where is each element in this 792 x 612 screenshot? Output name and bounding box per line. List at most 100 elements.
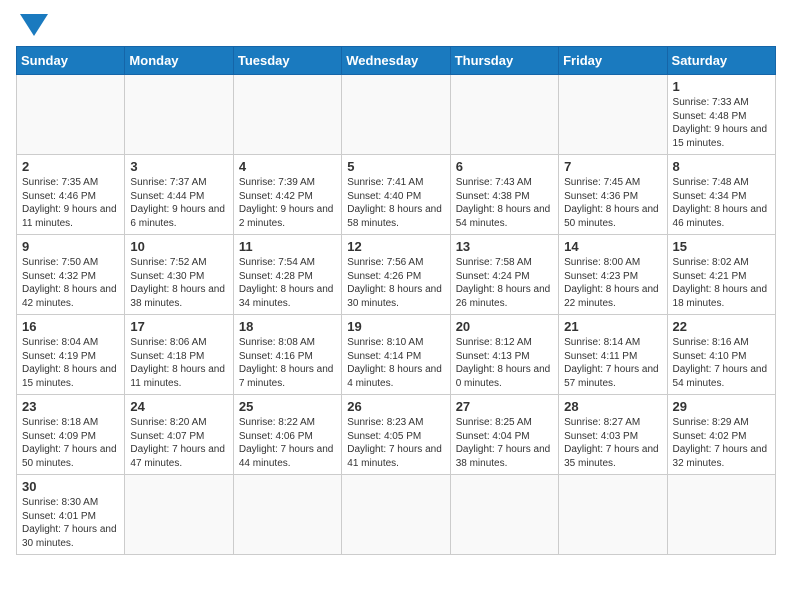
calendar-cell [450, 75, 558, 155]
day-number: 18 [239, 319, 336, 334]
day-info: Sunrise: 8:02 AM Sunset: 4:21 PM Dayligh… [673, 256, 770, 310]
day-info: Sunrise: 8:12 AM Sunset: 4:13 PM Dayligh… [456, 336, 553, 390]
weekday-header-row: SundayMondayTuesdayWednesdayThursdayFrid… [17, 47, 776, 75]
day-info: Sunrise: 7:33 AM Sunset: 4:48 PM Dayligh… [673, 96, 770, 150]
day-number: 5 [347, 159, 444, 174]
week-row-4: 16Sunrise: 8:04 AM Sunset: 4:19 PM Dayli… [17, 315, 776, 395]
day-info: Sunrise: 8:08 AM Sunset: 4:16 PM Dayligh… [239, 336, 336, 390]
calendar-cell [233, 475, 341, 555]
day-number: 14 [564, 239, 661, 254]
calendar-cell: 19 Sunrise: 8:10 AM Sunset: 4:14 PM Dayli… [342, 315, 450, 395]
day-number: 1 [673, 79, 770, 94]
day-info: Sunrise: 8:22 AM Sunset: 4:06 PM Dayligh… [239, 416, 336, 470]
day-info: Sunrise: 8:25 AM Sunset: 4:04 PM Dayligh… [456, 416, 553, 470]
calendar-cell: 25Sunrise: 8:22 AM Sunset: 4:06 PM Dayli… [233, 395, 341, 475]
calendar-cell: 29Sunrise: 8:29 AM Sunset: 4:02 PM Dayli… [667, 395, 775, 475]
day-number: 13 [456, 239, 553, 254]
day-info: Sunrise: 8:10 AM Sunset: 4:14 PM Dayligh… [347, 336, 444, 390]
day-info: Sunrise: 8:20 AM Sunset: 4:07 PM Dayligh… [130, 416, 227, 470]
weekday-header-friday: Friday [559, 47, 667, 75]
day-number: 7 [564, 159, 661, 174]
day-number: 20 [456, 319, 553, 334]
calendar-cell: 10 Sunrise: 7:52 AM Sunset: 4:30 PM Dayli… [125, 235, 233, 315]
day-number: 23 [22, 399, 119, 414]
calendar-cell [450, 475, 558, 555]
weekday-header-thursday: Thursday [450, 47, 558, 75]
day-number: 26 [347, 399, 444, 414]
calendar-cell: 14 Sunrise: 8:00 AM Sunset: 4:23 PM Dayli… [559, 235, 667, 315]
calendar-cell: 22Sunrise: 8:16 AM Sunset: 4:10 PM Dayli… [667, 315, 775, 395]
calendar-cell: 17Sunrise: 8:06 AM Sunset: 4:18 PM Dayli… [125, 315, 233, 395]
day-info: Sunrise: 8:30 AM Sunset: 4:01 PM Dayligh… [22, 496, 119, 550]
day-number: 12 [347, 239, 444, 254]
day-info: Sunrise: 8:23 AM Sunset: 4:05 PM Dayligh… [347, 416, 444, 470]
day-info: Sunrise: 8:00 AM Sunset: 4:23 PM Dayligh… [564, 256, 661, 310]
calendar-cell [233, 75, 341, 155]
day-number: 19 [347, 319, 444, 334]
calendar-cell: 8Sunrise: 7:48 AM Sunset: 4:34 PM Daylig… [667, 155, 775, 235]
day-number: 16 [22, 319, 119, 334]
weekday-header-wednesday: Wednesday [342, 47, 450, 75]
day-info: Sunrise: 7:39 AM Sunset: 4:42 PM Dayligh… [239, 176, 336, 230]
calendar-cell [559, 75, 667, 155]
day-number: 21 [564, 319, 661, 334]
day-number: 3 [130, 159, 227, 174]
day-number: 4 [239, 159, 336, 174]
calendar-cell: 18 Sunrise: 8:08 AM Sunset: 4:16 PM Dayli… [233, 315, 341, 395]
day-info: Sunrise: 8:06 AM Sunset: 4:18 PM Dayligh… [130, 336, 227, 390]
week-row-2: 2Sunrise: 7:35 AM Sunset: 4:46 PM Daylig… [17, 155, 776, 235]
day-info: Sunrise: 8:14 AM Sunset: 4:11 PM Dayligh… [564, 336, 661, 390]
calendar-cell: 23 Sunrise: 8:18 AM Sunset: 4:09 PM Dayli… [17, 395, 125, 475]
calendar-table: SundayMondayTuesdayWednesdayThursdayFrid… [16, 46, 776, 555]
week-row-5: 23 Sunrise: 8:18 AM Sunset: 4:09 PM Dayli… [17, 395, 776, 475]
calendar-cell [17, 75, 125, 155]
calendar-cell: 2Sunrise: 7:35 AM Sunset: 4:46 PM Daylig… [17, 155, 125, 235]
calendar-cell: 24Sunrise: 8:20 AM Sunset: 4:07 PM Dayli… [125, 395, 233, 475]
weekday-header-saturday: Saturday [667, 47, 775, 75]
calendar-cell [342, 75, 450, 155]
calendar-cell: 26 Sunrise: 8:23 AM Sunset: 4:05 PM Dayli… [342, 395, 450, 475]
calendar-cell: 12 Sunrise: 7:56 AM Sunset: 4:26 PM Dayli… [342, 235, 450, 315]
calendar-cell: 3Sunrise: 7:37 AM Sunset: 4:44 PM Daylig… [125, 155, 233, 235]
calendar-cell: 4 Sunrise: 7:39 AM Sunset: 4:42 PM Daylig… [233, 155, 341, 235]
calendar-cell: 28 Sunrise: 8:27 AM Sunset: 4:03 PM Dayli… [559, 395, 667, 475]
day-info: Sunrise: 8:29 AM Sunset: 4:02 PM Dayligh… [673, 416, 770, 470]
day-info: Sunrise: 7:50 AM Sunset: 4:32 PM Dayligh… [22, 256, 119, 310]
day-info: Sunrise: 8:27 AM Sunset: 4:03 PM Dayligh… [564, 416, 661, 470]
calendar-cell [125, 475, 233, 555]
day-info: Sunrise: 8:16 AM Sunset: 4:10 PM Dayligh… [673, 336, 770, 390]
day-info: Sunrise: 7:56 AM Sunset: 4:26 PM Dayligh… [347, 256, 444, 310]
weekday-header-monday: Monday [125, 47, 233, 75]
week-row-1: 1 Sunrise: 7:33 AM Sunset: 4:48 PM Daylig… [17, 75, 776, 155]
calendar-cell: 11 Sunrise: 7:54 AM Sunset: 4:28 PM Dayli… [233, 235, 341, 315]
calendar-cell [667, 475, 775, 555]
calendar-cell: 16Sunrise: 8:04 AM Sunset: 4:19 PM Dayli… [17, 315, 125, 395]
calendar-cell: 15 Sunrise: 8:02 AM Sunset: 4:21 PM Dayli… [667, 235, 775, 315]
day-info: Sunrise: 7:43 AM Sunset: 4:38 PM Dayligh… [456, 176, 553, 230]
calendar-cell: 1 Sunrise: 7:33 AM Sunset: 4:48 PM Daylig… [667, 75, 775, 155]
calendar-cell: 21 Sunrise: 8:14 AM Sunset: 4:11 PM Dayli… [559, 315, 667, 395]
day-number: 28 [564, 399, 661, 414]
day-number: 15 [673, 239, 770, 254]
calendar-cell [125, 75, 233, 155]
day-info: Sunrise: 8:18 AM Sunset: 4:09 PM Dayligh… [22, 416, 119, 470]
day-info: Sunrise: 7:54 AM Sunset: 4:28 PM Dayligh… [239, 256, 336, 310]
logo-icon [20, 14, 48, 36]
page-header [16, 16, 776, 36]
week-row-6: 30Sunrise: 8:30 AM Sunset: 4:01 PM Dayli… [17, 475, 776, 555]
day-number: 11 [239, 239, 336, 254]
day-number: 10 [130, 239, 227, 254]
logo [16, 16, 48, 36]
day-number: 6 [456, 159, 553, 174]
day-info: Sunrise: 7:52 AM Sunset: 4:30 PM Dayligh… [130, 256, 227, 310]
day-info: Sunrise: 7:45 AM Sunset: 4:36 PM Dayligh… [564, 176, 661, 230]
day-number: 8 [673, 159, 770, 174]
day-number: 27 [456, 399, 553, 414]
day-info: Sunrise: 7:35 AM Sunset: 4:46 PM Dayligh… [22, 176, 119, 230]
week-row-3: 9 Sunrise: 7:50 AM Sunset: 4:32 PM Daylig… [17, 235, 776, 315]
calendar-cell: 7 Sunrise: 7:45 AM Sunset: 4:36 PM Daylig… [559, 155, 667, 235]
day-number: 9 [22, 239, 119, 254]
calendar-cell: 20 Sunrise: 8:12 AM Sunset: 4:13 PM Dayli… [450, 315, 558, 395]
calendar-cell: 9 Sunrise: 7:50 AM Sunset: 4:32 PM Daylig… [17, 235, 125, 315]
day-info: Sunrise: 7:41 AM Sunset: 4:40 PM Dayligh… [347, 176, 444, 230]
